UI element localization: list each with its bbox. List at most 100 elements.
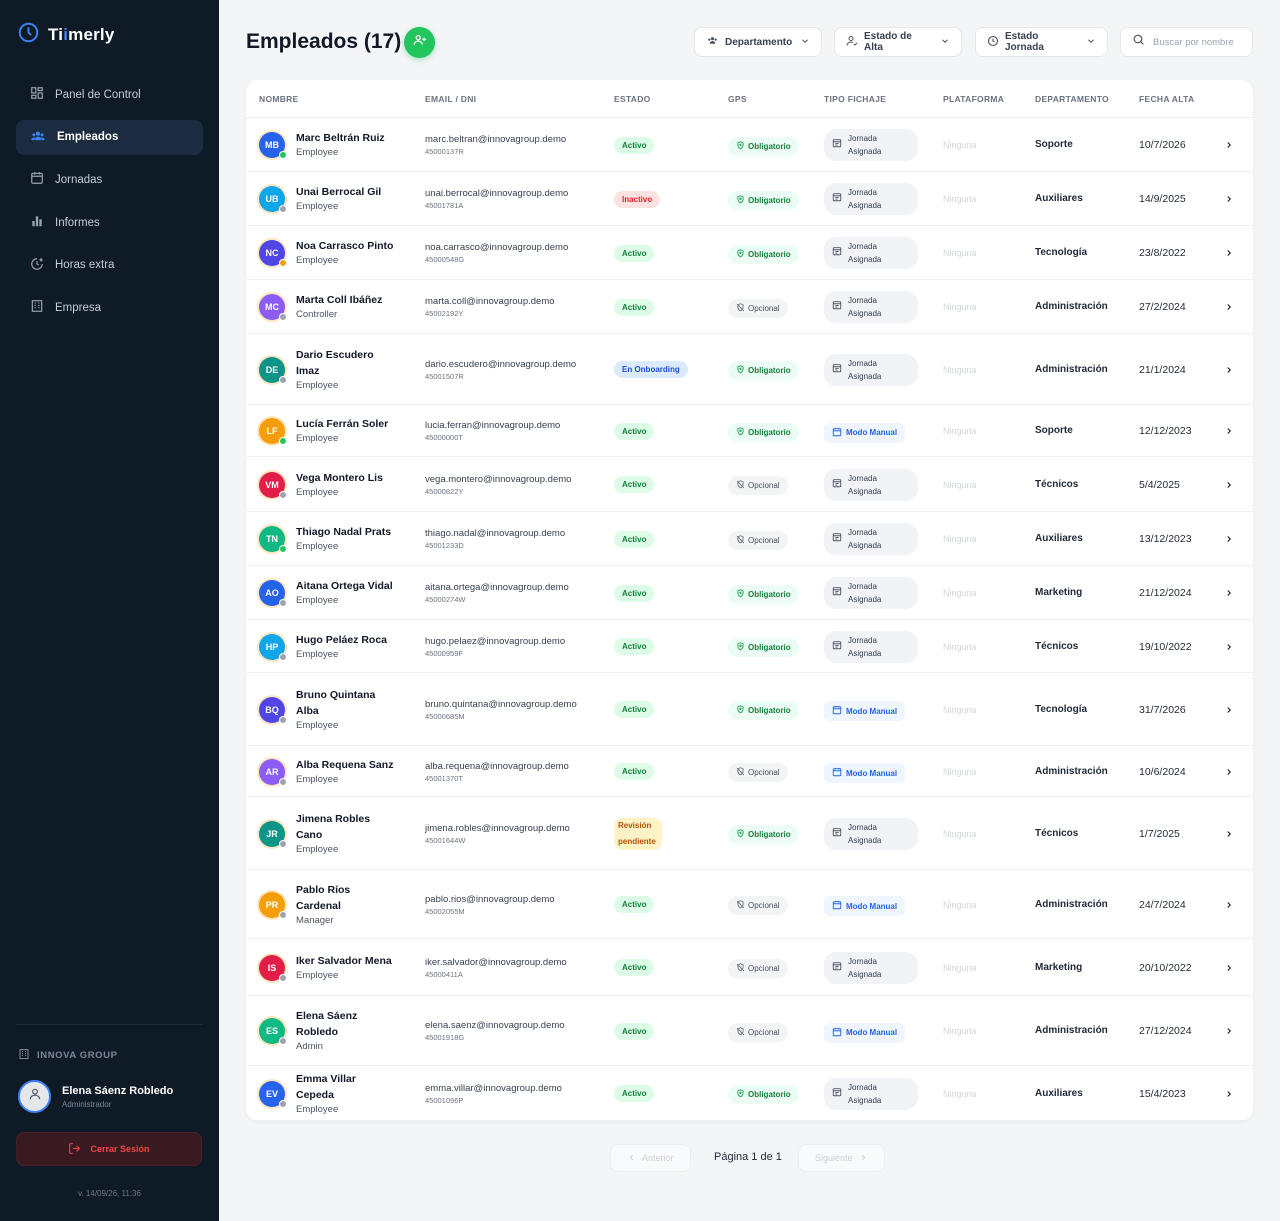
employee-name-cell: Emma Villar Cepeda Employee — [296, 1071, 408, 1117]
table-row[interactable]: EV Emma Villar Cepeda Employee emma.villar@i… — [246, 1066, 1253, 1121]
clock-type-label: Modo Manual — [846, 428, 898, 437]
sidebar-item-jornadas[interactable]: Jornadas — [16, 162, 203, 197]
user-plus-icon — [413, 33, 427, 52]
chevron-right-icon[interactable] — [1224, 191, 1234, 209]
employee-name-line2: Robledo — [296, 1026, 338, 1038]
email-dni-cell: emma.villar@innovagroup.demo 45001096P — [425, 1082, 605, 1105]
employee-name-line2: Cano — [296, 828, 323, 841]
clock-type-label: Jornada Asignada — [848, 821, 881, 847]
chevron-right-icon[interactable] — [1224, 764, 1234, 782]
gps-required-icon — [736, 588, 745, 600]
table-row[interactable]: JR Jimena Robles Cano Employee jimena.robles… — [246, 797, 1253, 870]
chevron-right-icon[interactable] — [1224, 960, 1234, 978]
status-dot — [279, 205, 287, 213]
avatar: BQ — [259, 696, 287, 724]
clock-type-label: Jornada Asignada — [848, 240, 881, 266]
table-row[interactable]: LF Lucía Ferrán Soler Employee lucia.ferran… — [246, 405, 1253, 457]
platform-value: Ninguna — [943, 364, 977, 375]
next-page-button[interactable]: Siguiente — [798, 1144, 885, 1172]
chevron-right-icon[interactable] — [1224, 585, 1234, 603]
clock-type-badge: Jornada Asignada — [824, 129, 918, 161]
chevron-right-icon[interactable] — [1224, 702, 1234, 720]
employee-dni: 45002192Y — [425, 309, 464, 318]
clock-type-label: Modo Manual — [846, 901, 898, 911]
schedule-icon — [832, 363, 842, 377]
sidebar-item-panel-de-control[interactable]: Panel de Control — [16, 77, 203, 112]
schedule-icon — [832, 300, 842, 314]
chevron-right-icon[interactable] — [1224, 897, 1234, 915]
table-row[interactable]: IS Iker Salvador Mena Employee iker.salvado… — [246, 939, 1253, 996]
column-header-plataforma[interactable]: PLATAFORMA — [943, 94, 1004, 104]
column-header-email[interactable]: EMAIL / DNI — [425, 94, 476, 104]
chevron-right-icon[interactable] — [1224, 477, 1234, 495]
employee-name: Marc Beltrán Ruiz — [296, 132, 385, 144]
chevron-right-icon[interactable] — [1224, 362, 1234, 380]
table-row[interactable]: UB Unai Berrocal Gil Employee unai.berrocal… — [246, 172, 1253, 226]
table-row[interactable]: MC Marta Coll Ibáñez Controller marta.coll@… — [246, 280, 1253, 334]
column-header-gps[interactable]: GPS — [728, 94, 747, 104]
chevron-right-icon[interactable] — [1224, 299, 1234, 317]
employee-email: iker.salvador@innovagroup.demo — [425, 956, 567, 968]
chevron-right-icon[interactable] — [1224, 1023, 1234, 1041]
clock-type-label: Jornada Asignada — [848, 1081, 881, 1107]
sidebar-item-horas-extra[interactable]: Horas extra — [16, 248, 203, 283]
column-header-departamento[interactable]: DEPARTAMENTO — [1035, 94, 1109, 104]
table-row[interactable]: AO Aitana Ortega Vidal Employee aitana.orte… — [246, 566, 1253, 620]
table-row[interactable]: DE Dario Escudero Imaz Employee dario.escude… — [246, 334, 1253, 405]
app-logo[interactable]: Tiimerly — [18, 22, 115, 48]
hire-status-filter[interactable]: Estado de Alta — [834, 27, 962, 57]
sidebar-item-informes[interactable]: Informes — [16, 205, 203, 240]
chevron-right-icon[interactable] — [1224, 1086, 1234, 1104]
logout-button[interactable]: Cerrar Sesión — [16, 1132, 202, 1166]
employee-email: bruno.quintana@innovagroup.demo — [425, 698, 577, 710]
chevron-right-icon[interactable] — [1224, 137, 1234, 155]
column-header-estado[interactable]: ESTADO — [614, 94, 651, 104]
department-value: Marketing — [1035, 961, 1083, 973]
table-row[interactable]: NC Noa Carrasco Pinto Employee noa.carrasco… — [246, 226, 1253, 280]
column-header-tipo[interactable]: TIPO FICHAJE — [824, 94, 886, 104]
clock-type-line2: Asignada — [848, 371, 882, 381]
table-row[interactable]: TN Thiago Nadal Prats Employee thiago.nadal… — [246, 512, 1253, 566]
department-filter[interactable]: Departamento — [694, 27, 822, 57]
table-row[interactable]: VM Vega Montero Lis Employee vega.montero@i… — [246, 457, 1253, 512]
chevron-right-icon[interactable] — [1224, 531, 1234, 549]
status-badge: Activo — [614, 476, 655, 493]
gps-required-icon — [736, 705, 745, 716]
user-profile[interactable]: Elena Sáenz Robledo Administrador — [18, 1080, 173, 1113]
table-row[interactable]: BQ Bruno Quintana Alba Employee bruno.quinta… — [246, 673, 1253, 746]
user-name: Elena Sáenz Robledo — [62, 1084, 174, 1097]
hire-date-value: 15/4/2023 — [1139, 1087, 1186, 1100]
column-header-fecha[interactable]: FECHA ALTA — [1139, 94, 1194, 104]
table-row[interactable]: ES Elena Sáenz Robledo Admin elena.saenz@inn… — [246, 996, 1253, 1066]
column-header-nombre[interactable]: NOMBRE — [259, 94, 299, 104]
chevron-right-icon[interactable] — [1224, 423, 1234, 441]
platform-value: Ninguna — [943, 1088, 977, 1099]
chevron-right-icon[interactable] — [1224, 826, 1234, 844]
sidebar-item-empleados[interactable]: Empleados — [16, 119, 203, 155]
employee-name: Emma Villar — [296, 1072, 356, 1085]
table-row[interactable]: AR Alba Requena Sanz Employee alba.requena@… — [246, 746, 1253, 797]
table-row[interactable]: PR Pablo Ríos Cardenal Manager pablo.rios@in… — [246, 870, 1253, 939]
add-employee-button[interactable] — [404, 27, 435, 58]
gps-badge: Obligatorio — [728, 638, 799, 657]
sidebar-item-label: Empresa — [55, 301, 102, 314]
employee-name: Bruno Quintana — [296, 688, 376, 701]
avatar: PR — [259, 891, 287, 919]
gps-label: Opcional — [748, 481, 780, 490]
chevron-right-icon[interactable] — [1224, 245, 1234, 263]
gps-label: Obligatorio — [748, 1090, 791, 1099]
shift-status-filter[interactable]: Estado Jornada — [975, 27, 1108, 57]
previous-page-button[interactable]: Anterior — [610, 1144, 691, 1172]
department-value: Marketing — [1035, 587, 1083, 598]
sidebar-item-empresa[interactable]: Empresa — [16, 290, 203, 325]
chevron-right-icon[interactable] — [1224, 639, 1234, 657]
sidebar-item-label: Horas extra — [55, 259, 115, 272]
user-role: Administrador — [62, 1099, 112, 1109]
table-row[interactable]: MB Marc Beltrán Ruiz Employee marc.beltran@… — [246, 118, 1253, 172]
table-row[interactable]: HP Hugo Peláez Roca Employee hugo.pelaez@in… — [246, 620, 1253, 673]
clock-plus-icon — [30, 257, 44, 274]
avatar: AO — [259, 580, 287, 607]
search-input[interactable] — [1153, 36, 1247, 48]
platform-value: Ninguna — [943, 641, 977, 652]
employee-dni: 45001781A — [425, 201, 464, 210]
